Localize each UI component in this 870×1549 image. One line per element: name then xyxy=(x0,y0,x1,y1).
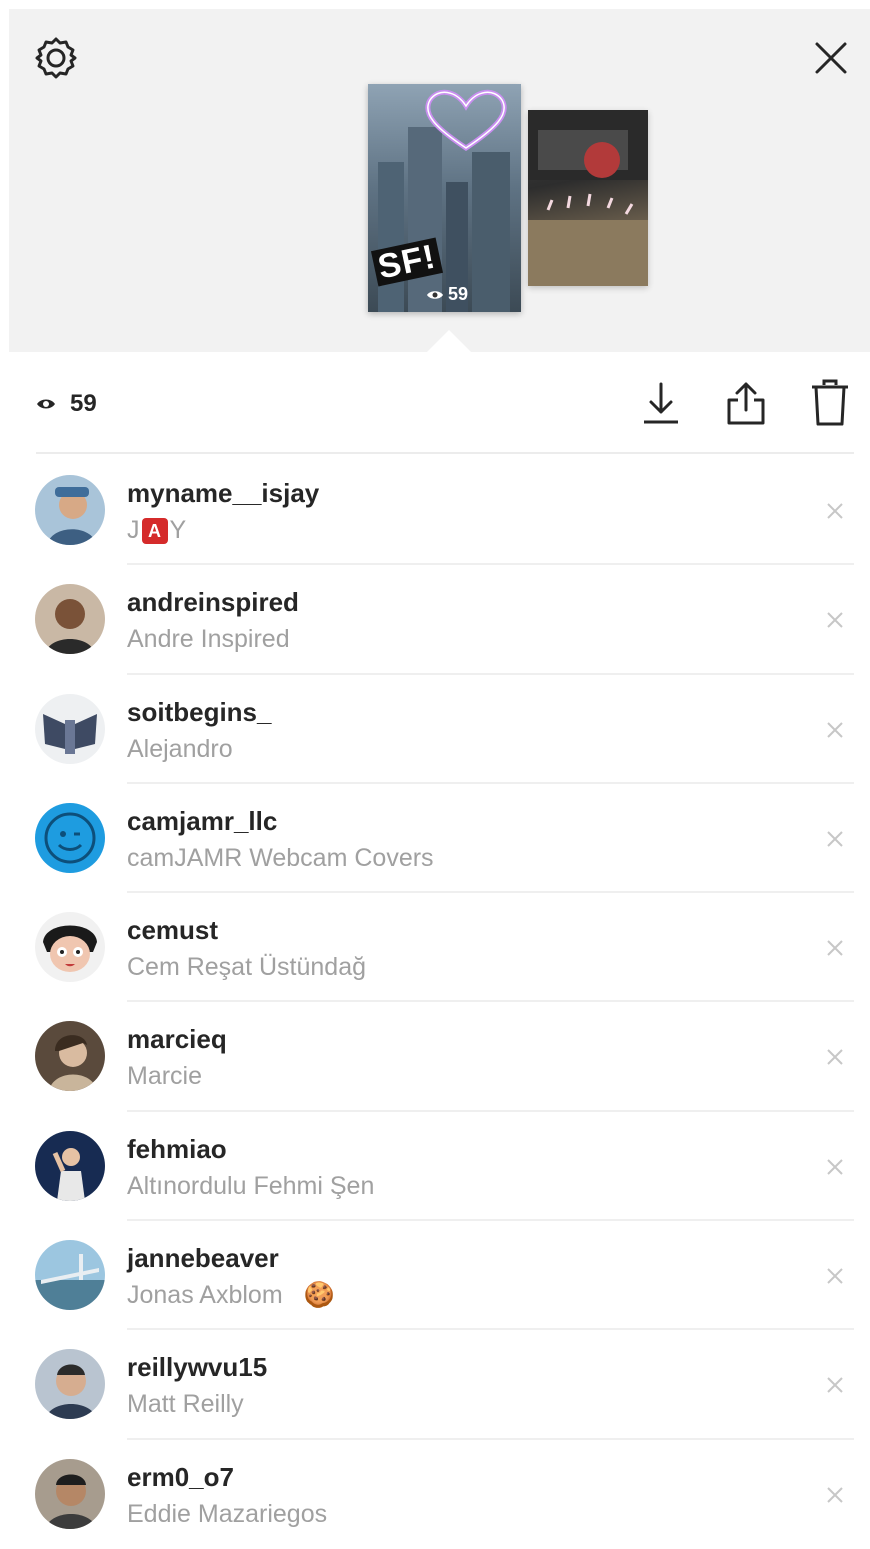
viewer-fullname: Matt Reilly xyxy=(127,1390,244,1419)
download-icon xyxy=(640,380,682,431)
viewer-row[interactable]: myname__isjay JAY xyxy=(0,456,870,566)
viewer-row[interactable]: reillywvu15 Matt Reilly xyxy=(0,1330,870,1440)
view-count[interactable]: 59 xyxy=(36,390,97,418)
viewer-fullname: Jonas Axblom 🍪 xyxy=(127,1281,335,1310)
close-icon xyxy=(827,1159,843,1175)
close-icon xyxy=(827,721,843,738)
viewer-fullname: Altınordulu Fehmi Şen xyxy=(127,1171,375,1200)
trash-icon xyxy=(810,379,850,432)
settings-button[interactable] xyxy=(32,36,80,84)
close-icon xyxy=(827,1049,843,1066)
remove-viewer-button[interactable] xyxy=(816,1038,854,1076)
view-count-label: 59 xyxy=(70,390,97,417)
gear-icon xyxy=(33,35,79,86)
remove-viewer-button[interactable] xyxy=(816,1476,854,1514)
avatar[interactable] xyxy=(35,912,105,983)
viewer-row[interactable]: cemust Cem Reşat Üstündağ xyxy=(0,893,870,1003)
viewer-row[interactable]: andreinspired Andre Inspired xyxy=(0,565,870,675)
share-icon xyxy=(724,380,768,431)
letter-a-badge: A xyxy=(141,518,168,545)
viewer-list: myname__isjay JAY andreinspired Andre In… xyxy=(0,456,870,1549)
share-button[interactable] xyxy=(722,380,770,430)
viewer-fullname: Alejandro xyxy=(127,734,233,763)
close-icon xyxy=(827,940,843,956)
remove-viewer-button[interactable] xyxy=(816,601,854,639)
viewer-fullname-text: Jonas Axblom xyxy=(127,1281,283,1310)
remove-viewer-button[interactable] xyxy=(816,820,854,858)
avatar[interactable] xyxy=(35,1130,105,1201)
close-icon xyxy=(813,40,849,81)
viewer-username[interactable]: jannebeaver xyxy=(127,1243,279,1274)
avatar[interactable] xyxy=(35,475,105,545)
viewer-fullname: Cem Reşat Üstündağ xyxy=(127,953,367,982)
avatar[interactable] xyxy=(35,584,105,655)
thumbnail-building xyxy=(378,162,404,312)
viewer-fullname: JAY xyxy=(127,516,186,545)
viewer-row[interactable]: erm0_o7 Eddie Mazariegos xyxy=(0,1440,870,1549)
viewer-fullname: camJAMR Webcam Covers xyxy=(127,843,434,872)
selected-story-pointer xyxy=(427,330,471,352)
viewer-row[interactable]: jannebeaver Jonas Axblom 🍪 xyxy=(0,1221,870,1331)
story-stats-bar: 59 xyxy=(0,372,870,438)
remove-viewer-button[interactable] xyxy=(816,1366,854,1404)
close-icon xyxy=(827,831,843,847)
thumbnail-photo xyxy=(528,110,648,286)
viewer-username[interactable]: erm0_o7 xyxy=(127,1462,234,1493)
story-thumbnail-next[interactable] xyxy=(528,110,648,286)
viewer-username[interactable]: cemust xyxy=(127,915,218,946)
thumbnail-view-count: 59 xyxy=(426,284,468,305)
close-icon xyxy=(827,1486,843,1503)
viewer-fullname: Eddie Mazariegos xyxy=(127,1499,328,1528)
eye-icon xyxy=(427,290,443,299)
viewer-row[interactable]: camjamr_llc camJAMR Webcam Covers xyxy=(0,784,870,894)
remove-viewer-button[interactable] xyxy=(816,711,854,749)
thumbnail-building xyxy=(472,152,510,312)
close-icon xyxy=(827,503,843,519)
viewer-username[interactable]: andreinspired xyxy=(127,587,299,618)
viewer-username[interactable]: camjamr_llc xyxy=(127,806,277,837)
story-thumbnail-current[interactable]: SF! 59 xyxy=(368,84,521,312)
viewer-row[interactable]: soitbegins_ Alejandro xyxy=(0,675,870,784)
delete-button[interactable] xyxy=(806,379,854,432)
remove-viewer-button[interactable] xyxy=(816,1257,854,1295)
avatar[interactable] xyxy=(35,1021,105,1092)
heart-doodle-icon xyxy=(425,89,507,152)
viewer-username[interactable]: fehmiao xyxy=(127,1134,227,1165)
viewer-row[interactable]: marcieq Marcie xyxy=(0,1002,870,1112)
viewer-username[interactable]: soitbegins_ xyxy=(127,697,271,728)
close-icon xyxy=(827,1268,843,1284)
avatar[interactable] xyxy=(35,1240,105,1311)
viewer-fullname: Andre Inspired xyxy=(127,625,290,654)
avatar[interactable] xyxy=(35,802,105,873)
avatar[interactable] xyxy=(35,1458,105,1529)
viewer-username[interactable]: reillywvu15 xyxy=(127,1352,267,1383)
viewer-row[interactable]: fehmiao Altınordulu Fehmi Şen xyxy=(0,1112,870,1222)
eye-icon xyxy=(37,399,55,409)
avatar[interactable] xyxy=(35,1349,105,1420)
viewer-fullname-part: J xyxy=(127,516,140,544)
viewer-fullname: Marcie xyxy=(127,1062,203,1091)
thumbnail-view-count-label: 59 xyxy=(448,284,469,304)
close-button[interactable] xyxy=(807,36,855,84)
remove-viewer-button[interactable] xyxy=(816,929,854,967)
viewer-username[interactable]: myname__isjay xyxy=(127,478,319,509)
close-icon xyxy=(827,1377,843,1394)
remove-viewer-button[interactable] xyxy=(816,492,854,530)
avatar[interactable] xyxy=(35,693,105,764)
close-icon xyxy=(827,612,843,629)
viewer-username[interactable]: marcieq xyxy=(127,1024,227,1055)
viewer-fullname-part: Y xyxy=(169,516,187,544)
download-button[interactable] xyxy=(637,380,685,430)
stats-divider xyxy=(36,452,854,454)
remove-viewer-button[interactable] xyxy=(816,1148,854,1186)
cookie-emoji-icon: 🍪 xyxy=(303,1281,335,1310)
